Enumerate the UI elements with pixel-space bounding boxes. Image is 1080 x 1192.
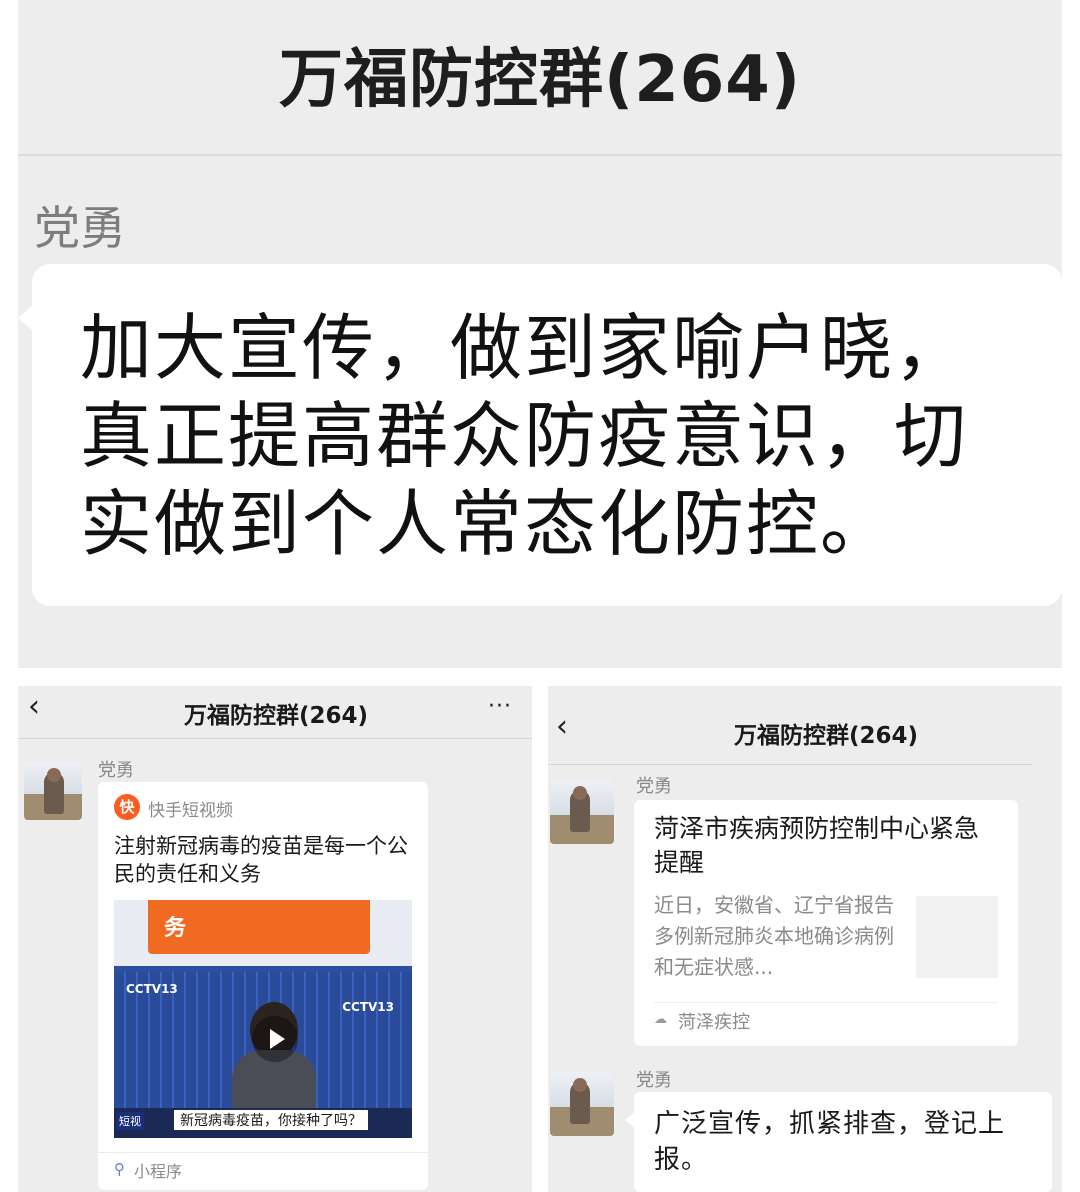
header-divider <box>548 764 1032 765</box>
chat-title: 万福防控群(264) <box>184 703 369 729</box>
chat-title: 万福防控群(264) <box>278 43 802 117</box>
more-icon[interactable]: ··· <box>488 694 512 719</box>
article-thumbnail <box>916 896 998 978</box>
avatar[interactable] <box>550 1072 614 1136</box>
right-chat-screenshot: ‹ 万福防控群(264) 党勇 菏泽市疾病预防控制中心紧急提醒 近日，安徽省、辽… <box>548 686 1062 1192</box>
message-bubble[interactable]: 加大宣传，做到家喻户晓，真正提高群众防疫意识，切实做到个人常态化防控。 <box>18 264 1062 606</box>
cctv-logo: CCTV13 <box>126 982 178 996</box>
sender-name: 党勇 <box>34 201 126 255</box>
sender-name: 党勇 <box>636 776 672 797</box>
cctv-logo: CCTV13 <box>342 1000 394 1014</box>
news-caption-bar: 短视 新冠病毒疫苗，你接种了吗？ <box>114 1108 412 1138</box>
mini-program-app-name: 快手短视频 <box>148 801 233 821</box>
article-description: 近日，安徽省、辽宁省报告多例新冠肺炎本地确诊病例和无症状感... <box>654 893 894 979</box>
mini-program-card[interactable]: 快 快手短视频 注射新冠病毒的疫苗是每一个公民的责任和义务 务 CCTV13 C… <box>98 782 428 1190</box>
mini-program-title: 注射新冠病毒的疫苗是每一个公民的责任和义务 <box>114 834 408 886</box>
official-account-icon: ☁ <box>654 1012 667 1027</box>
thumbnail-banner: 务 <box>148 900 370 954</box>
chat-title: 万福防控群(264) <box>734 723 919 749</box>
mini-program-label: 小程序 <box>134 1162 183 1181</box>
back-icon[interactable]: ‹ <box>556 712 568 742</box>
article-title: 菏泽市疾病预防控制中心紧急提醒 <box>654 814 980 877</box>
avatar[interactable] <box>24 762 82 820</box>
mini-program-icon: ⚲ <box>114 1160 125 1178</box>
sender-name: 党勇 <box>98 760 134 781</box>
caption-text: 新冠病毒疫苗，你接种了吗？ <box>174 1110 368 1130</box>
article-card[interactable]: 菏泽市疾病预防控制中心紧急提醒 近日，安徽省、辽宁省报告多例新冠肺炎本地确诊病例… <box>634 800 1018 1046</box>
play-icon[interactable] <box>252 1016 298 1062</box>
caption-tag: 短视 <box>116 1112 144 1130</box>
top-chat-panel: 万福防控群(264) 党勇 加大宣传，做到家喻户晓，真正提高群众防疫意识，切实做… <box>18 0 1062 668</box>
avatar[interactable] <box>550 780 614 844</box>
message-text: 广泛宣传，抓紧排查，登记上报。 <box>654 1109 1006 1175</box>
video-thumbnail[interactable]: 务 CCTV13 CCTV13 短视 新冠病毒疫苗，你接种了吗？ <box>114 900 412 1138</box>
message-bubble[interactable]: 广泛宣传，抓紧排查，登记上报。 <box>625 1092 1052 1192</box>
back-icon[interactable]: ‹ <box>28 692 40 722</box>
message-text: 加大宣传，做到家喻户晓，真正提高群众防疫意识，切实做到个人常态化防控。 <box>80 306 969 566</box>
article-source: 菏泽疾控 <box>678 1012 750 1033</box>
header-divider <box>18 738 532 739</box>
sender-name: 党勇 <box>636 1070 672 1091</box>
left-chat-screenshot: ‹ 万福防控群(264) ··· 党勇 快 快手短视频 注射新冠病毒的疫苗是每一… <box>18 686 532 1192</box>
header-divider <box>18 154 1062 156</box>
kuaishou-logo-icon: 快 <box>114 794 140 820</box>
